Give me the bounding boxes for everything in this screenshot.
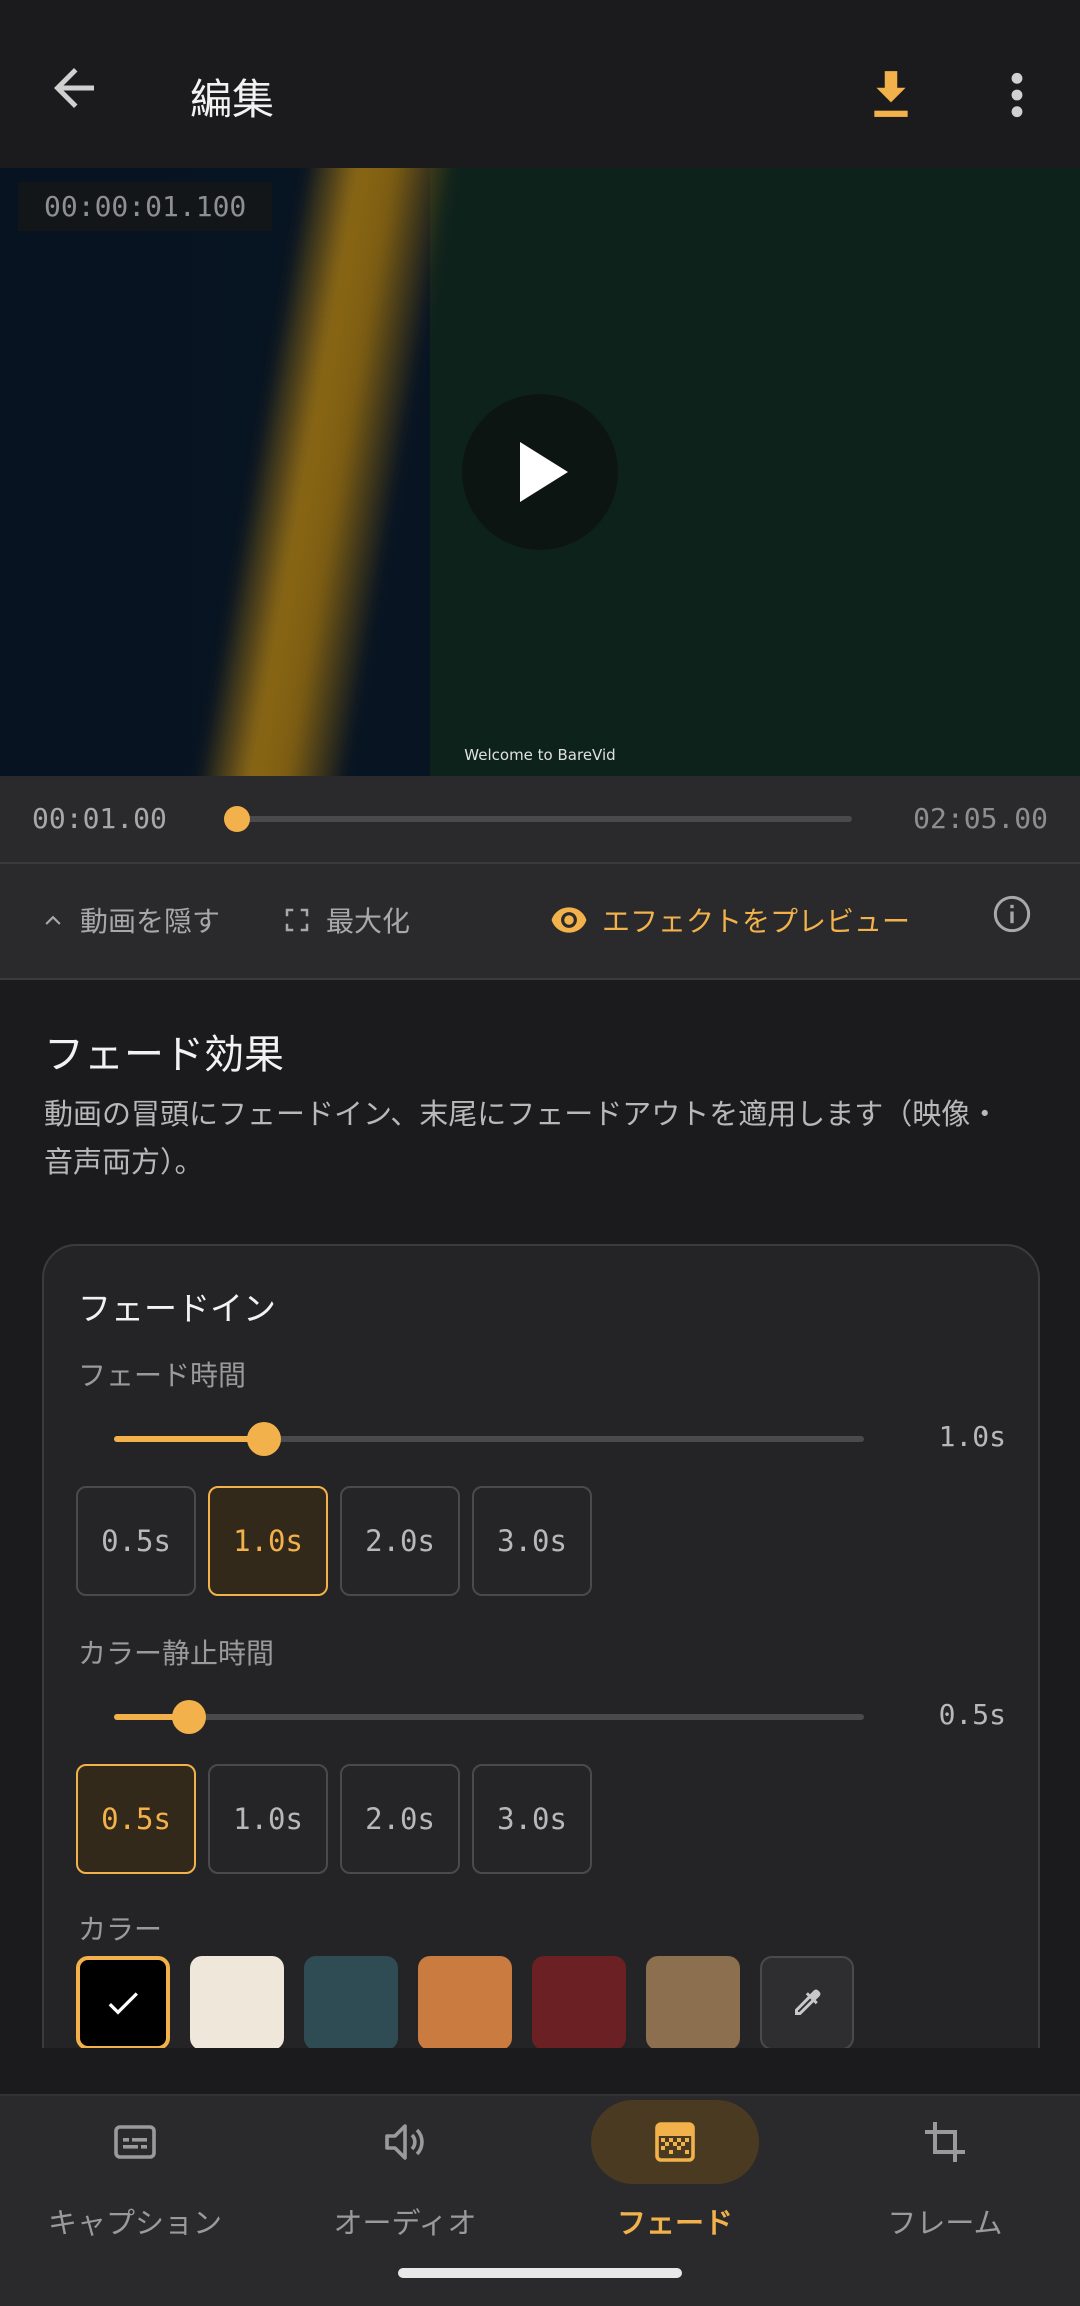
more-options-icon[interactable] [1002, 70, 1032, 120]
seek-track[interactable] [232, 816, 852, 822]
video-timestamp: 00:00:01.100 [18, 182, 273, 231]
gradient-icon [655, 2122, 695, 2162]
color-swatch[interactable] [76, 1956, 170, 2048]
color-swatch[interactable] [190, 1956, 284, 2048]
maximize-label: 最大化 [326, 905, 411, 938]
download-icon[interactable] [866, 66, 916, 122]
nav-tab-label: フェード [616, 2206, 733, 2240]
seek-thumb[interactable] [223, 806, 250, 832]
info-icon [993, 895, 1031, 933]
nav-tab-label: キャプション [47, 2206, 222, 2240]
video-caption: Welcome to BareVid [464, 746, 616, 764]
color-picker-button[interactable] [760, 1956, 854, 2048]
fade-duration-value: 1.0s [938, 1420, 1006, 1453]
video-preview[interactable]: 00:00:01.100 Welcome to BareVid [0, 168, 1080, 776]
color-swatch[interactable] [418, 1956, 512, 2048]
fullscreen-icon [285, 908, 309, 932]
nav-tab-caption[interactable]: キャプション [0, 2096, 270, 2306]
eyedropper-icon [795, 1989, 821, 2015]
back-arrow-icon[interactable] [44, 58, 104, 118]
preset-chip[interactable]: 2.0s [340, 1764, 460, 1874]
gesture-handle [398, 2268, 682, 2278]
color-swatches [76, 1956, 854, 2048]
chevron-up-icon [45, 915, 61, 925]
preset-chip[interactable]: 2.0s [340, 1486, 460, 1596]
crop-icon [925, 2122, 965, 2162]
preview-controls: 動画を隠す 最大化 エフェクトをプレビュー [0, 864, 1080, 980]
preset-chip[interactable]: 1.0s [208, 1486, 328, 1596]
preview-effect-label: エフェクトをプレビュー [602, 905, 911, 938]
section-title: フェード効果 [44, 1032, 284, 1078]
preset-chip[interactable]: 1.0s [208, 1764, 328, 1874]
eye-icon [551, 907, 587, 933]
fade-duration-label: フェード時間 [78, 1359, 247, 1392]
preset-chip[interactable]: 0.5s [76, 1486, 196, 1596]
fade-duration-knob[interactable] [247, 1422, 281, 1456]
total-duration: 02:05.00 [913, 802, 1048, 835]
play-icon [520, 442, 568, 502]
fade-duration-presets: 0.5s 1.0s 2.0s 3.0s [76, 1486, 592, 1596]
play-button[interactable] [462, 394, 618, 550]
color-swatch[interactable] [646, 1956, 740, 2048]
nav-tab-label: オーディオ [333, 2206, 477, 2240]
timeline-bar: 00:01.00 02:05.00 [0, 776, 1080, 864]
preview-effect-button[interactable]: エフェクトをプレビュー [550, 900, 910, 940]
nav-tab-frame[interactable]: フレーム [810, 2096, 1080, 2306]
hold-duration-slider[interactable] [114, 1700, 864, 1734]
subtitles-icon [114, 2125, 156, 2159]
preset-chip[interactable]: 3.0s [472, 1764, 592, 1874]
current-time: 00:01.00 [32, 802, 167, 835]
nav-tab-label: フレーム [887, 2206, 1003, 2240]
info-button[interactable] [992, 894, 1046, 934]
maximize-button[interactable]: 最大化 [282, 900, 410, 940]
section-description: 動画の冒頭にフェードイン、末尾にフェードアウトを適用します（映像・音声両方）。 [44, 1097, 1000, 1179]
fade-settings-panel: フェード効果 動画の冒頭にフェードイン、末尾にフェードアウトを適用します（映像・… [0, 980, 1080, 2048]
preset-chip[interactable]: 3.0s [472, 1486, 592, 1596]
hold-duration-label: カラー静止時間 [78, 1637, 275, 1670]
color-label: カラー [78, 1913, 163, 1946]
color-swatch[interactable] [304, 1956, 398, 2048]
volume-icon [385, 2124, 424, 2160]
fade-in-card: フェードイン フェード時間 1.0s 0.5s 1.0s 2.0s 3.0s カ… [42, 1244, 1040, 2048]
fade-band [188, 168, 462, 776]
hold-duration-presets: 0.5s 1.0s 2.0s 3.0s [76, 1764, 592, 1874]
preset-chip[interactable]: 0.5s [76, 1764, 196, 1874]
fade-in-title: フェードイン [78, 1289, 276, 1328]
hold-duration-knob[interactable] [172, 1700, 206, 1734]
fade-duration-slider[interactable] [114, 1422, 864, 1456]
check-icon [108, 1992, 138, 2015]
fade-duration-fill [114, 1436, 264, 1442]
app-bar: 編集 [0, 0, 1080, 168]
color-swatch[interactable] [532, 1956, 626, 2048]
hide-video-label: 動画を隠す [80, 905, 221, 938]
hold-duration-value: 0.5s [938, 1698, 1006, 1731]
hide-video-button[interactable]: 動画を隠す [40, 900, 220, 940]
page-title: 編集 [190, 75, 275, 124]
